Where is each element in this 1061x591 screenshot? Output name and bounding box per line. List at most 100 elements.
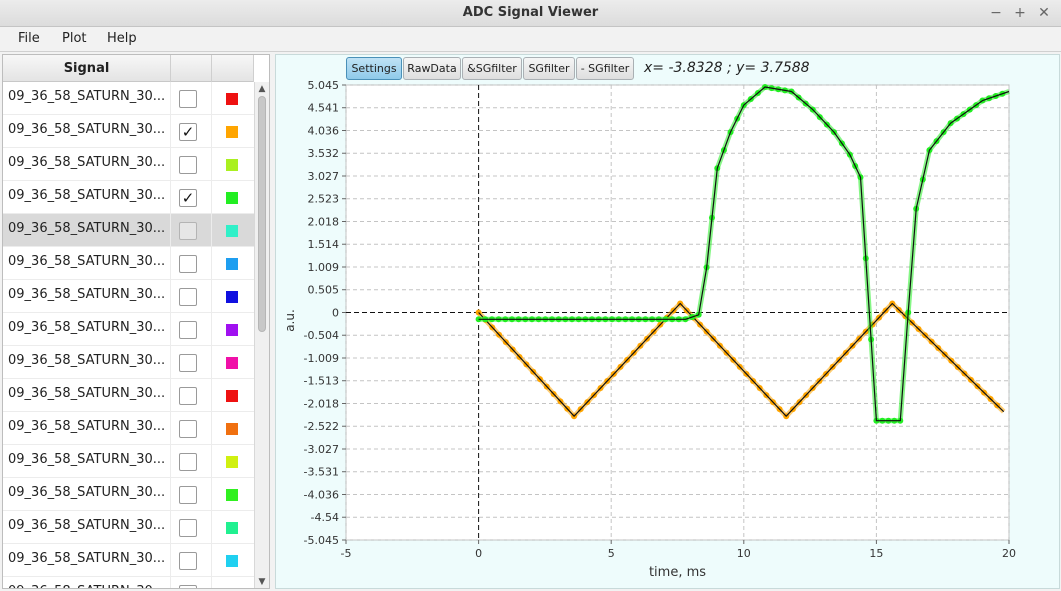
color-swatch[interactable]: [226, 192, 238, 204]
signal-name: 09_36_58_SATURN_30...: [8, 386, 166, 401]
menu-file[interactable]: File: [18, 31, 40, 46]
visibility-checkbox[interactable]: [179, 453, 197, 471]
visibility-checkbox[interactable]: [179, 519, 197, 537]
color-swatch[interactable]: [226, 390, 238, 402]
color-swatch[interactable]: [226, 159, 238, 171]
x-tick-label: 0: [475, 547, 482, 560]
scroll-down-arrow-icon[interactable]: ▼: [255, 576, 269, 588]
visibility-checkbox[interactable]: [179, 156, 197, 174]
signal-name: 09_36_58_SATURN_30...: [8, 320, 166, 335]
color-swatch[interactable]: [226, 456, 238, 468]
minimize-button[interactable]: −: [986, 3, 1006, 23]
x-tick-label: 15: [869, 547, 883, 560]
menu-bar: File Plot Help: [0, 27, 1061, 52]
column-header-visible[interactable]: [171, 55, 212, 82]
cell-divider: [211, 346, 212, 379]
visibility-checkbox[interactable]: [179, 222, 197, 240]
cell-divider: [170, 445, 171, 478]
table-row[interactable]: 09_36_58_SATURN_30...: [3, 280, 254, 313]
visibility-checkbox[interactable]: [179, 585, 197, 588]
cell-divider: [170, 577, 171, 588]
table-row[interactable]: 09_36_58_SATURN_30...: [3, 445, 254, 478]
table-row[interactable]: 09_36_58_SATURN_30...: [3, 379, 254, 412]
table-row[interactable]: 09_36_58_SATURN_30...: [3, 511, 254, 544]
signal-name: 09_36_58_SATURN_30...: [8, 287, 166, 302]
visibility-checkbox[interactable]: [179, 354, 197, 372]
color-swatch[interactable]: [226, 324, 238, 336]
cell-divider: [170, 511, 171, 544]
sgfilter-button[interactable]: SGfilter: [523, 57, 575, 80]
table-row[interactable]: 09_36_58_SATURN_30...: [3, 478, 254, 511]
visibility-checkbox[interactable]: [179, 255, 197, 273]
cell-divider: [170, 148, 171, 181]
cell-divider: [170, 379, 171, 412]
color-swatch[interactable]: [226, 93, 238, 105]
cell-divider: [211, 115, 212, 148]
y-tick-label: -4.54: [311, 511, 339, 524]
y-tick-label: -5.045: [304, 534, 339, 547]
visibility-checkbox[interactable]: [179, 288, 197, 306]
y-tick-label: 3.532: [308, 147, 340, 160]
table-row[interactable]: 09_36_58_SATURN_30... ✓: [3, 115, 254, 148]
plot-panel: 5.045 4.541 4.036 3.532 3.027 2.523 2.018 1.514…: [275, 54, 1060, 589]
color-swatch[interactable]: [226, 126, 238, 138]
visibility-checkbox[interactable]: ✓: [179, 189, 197, 207]
visibility-checkbox[interactable]: [179, 387, 197, 405]
color-swatch[interactable]: [226, 555, 238, 567]
signal-name: 09_36_58_SATURN_30...: [8, 122, 166, 137]
color-swatch[interactable]: [226, 522, 238, 534]
visibility-checkbox[interactable]: [179, 552, 197, 570]
cell-divider: [170, 544, 171, 577]
table-row[interactable]: 09_36_58_SATURN_30...: [3, 247, 254, 280]
menu-help[interactable]: Help: [107, 31, 137, 46]
color-swatch[interactable]: [226, 225, 238, 237]
scroll-thumb[interactable]: [258, 96, 266, 332]
scroll-up-arrow-icon[interactable]: ▲: [255, 83, 269, 95]
table-row[interactable]: 09_36_58_SATURN_30...: [3, 412, 254, 445]
cell-divider: [211, 247, 212, 280]
column-header-signal[interactable]: Signal: [3, 55, 171, 82]
rawdata-button[interactable]: RawData: [403, 57, 461, 80]
visibility-checkbox[interactable]: [179, 90, 197, 108]
column-header-color[interactable]: [212, 55, 254, 82]
table-row[interactable]: 09_36_58_SATURN_30...: [3, 544, 254, 577]
table-scrollbar[interactable]: ▲ ▼: [254, 82, 269, 588]
visibility-checkbox[interactable]: [179, 321, 197, 339]
table-row[interactable]: 09_36_58_SATURN_30...: [3, 313, 254, 346]
color-swatch[interactable]: [226, 258, 238, 270]
y-tick-label: -0.504: [304, 329, 339, 342]
table-row[interactable]: 09_36_58_SATURN_30...: [3, 577, 254, 589]
visibility-checkbox[interactable]: [179, 486, 197, 504]
menu-plot[interactable]: Plot: [62, 31, 87, 46]
y-tick-label: -1.009: [304, 352, 339, 365]
table-row[interactable]: 09_36_58_SATURN_30... ✓: [3, 181, 254, 214]
and-sgfilter-button[interactable]: &SGfilter: [462, 57, 522, 80]
x-axis-label: time, ms: [649, 565, 706, 580]
table-row[interactable]: 09_36_58_SATURN_30...: [3, 214, 254, 247]
settings-button[interactable]: Settings: [346, 57, 402, 80]
color-swatch[interactable]: [226, 489, 238, 501]
y-tick-label: 1.009: [308, 261, 340, 274]
color-swatch[interactable]: [226, 291, 238, 303]
table-row[interactable]: 09_36_58_SATURN_30...: [3, 148, 254, 181]
cell-divider: [211, 82, 212, 115]
table-row[interactable]: 09_36_58_SATURN_30...: [3, 346, 254, 379]
table-row[interactable]: 09_36_58_SATURN_30...: [3, 82, 254, 115]
cell-divider: [170, 313, 171, 346]
signal-chart[interactable]: 5.045 4.541 4.036 3.532 3.027 2.523 2.018 1.514…: [276, 55, 1059, 588]
signal-name: 09_36_58_SATURN_30...: [8, 89, 166, 104]
close-button[interactable]: ✕: [1034, 3, 1054, 23]
signal-name: 09_36_58_SATURN_30...: [8, 221, 166, 236]
minus-sgfilter-button[interactable]: - SGfilter: [576, 57, 634, 80]
signal-name: 09_36_58_SATURN_30...: [8, 419, 166, 434]
color-swatch[interactable]: [226, 357, 238, 369]
cell-divider: [170, 247, 171, 280]
visibility-checkbox[interactable]: [179, 420, 197, 438]
maximize-button[interactable]: +: [1010, 3, 1030, 23]
color-swatch[interactable]: [226, 588, 238, 589]
cell-divider: [211, 478, 212, 511]
y-tick-label: -2.018: [304, 398, 339, 411]
title-bar: ADC Signal Viewer − + ✕: [0, 0, 1061, 27]
visibility-checkbox[interactable]: ✓: [179, 123, 197, 141]
color-swatch[interactable]: [226, 423, 238, 435]
